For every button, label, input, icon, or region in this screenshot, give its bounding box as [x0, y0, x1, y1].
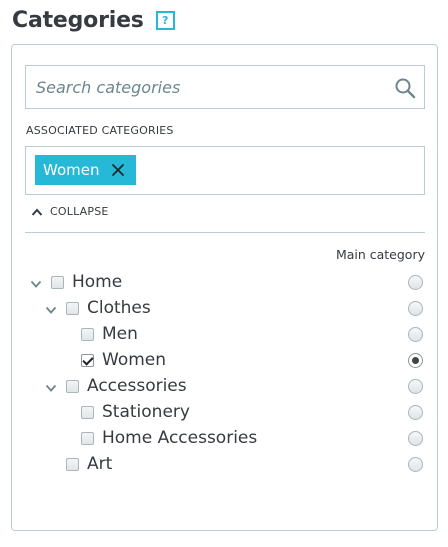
chevron-down-icon[interactable] [45, 384, 57, 392]
category-label: Clothes [87, 298, 151, 318]
category-label: Home Accessories [102, 428, 258, 448]
category-tag[interactable]: Women [35, 155, 137, 185]
tag-label: Women [43, 161, 100, 179]
main-category-radio[interactable] [408, 431, 423, 446]
category-checkbox[interactable] [51, 276, 64, 289]
category-label: Art [87, 454, 113, 474]
category-tree-row: Home [12, 271, 439, 297]
search-input[interactable] [36, 67, 391, 107]
category-tree-row: Art [12, 453, 439, 479]
category-checkbox[interactable] [81, 432, 94, 445]
chevron-down-icon[interactable] [30, 280, 42, 288]
category-label: Men [102, 324, 138, 344]
category-tree-row: Men [12, 323, 439, 349]
page-title: Categories [12, 7, 144, 33]
category-checkbox[interactable] [66, 380, 79, 393]
associated-tags-box: Women [25, 146, 425, 195]
category-tree-row: Home Accessories [12, 427, 439, 453]
main-category-radio[interactable] [408, 457, 423, 472]
main-category-radio[interactable] [408, 301, 423, 316]
main-category-radio[interactable] [408, 275, 423, 290]
collapse-label: COLLAPSE [50, 205, 109, 218]
category-label: Accessories [87, 376, 187, 396]
category-checkbox[interactable] [66, 302, 79, 315]
category-label: Women [102, 350, 167, 370]
main-category-radio[interactable] [408, 405, 423, 420]
main-category-header: Main category [335, 247, 425, 262]
category-label: Stationery [102, 402, 190, 422]
divider [25, 232, 425, 233]
close-icon[interactable] [111, 163, 125, 177]
associated-categories-label: ASSOCIATED CATEGORIES [26, 124, 174, 137]
chevron-up-icon [31, 208, 43, 216]
category-checkbox[interactable] [81, 328, 94, 341]
main-category-radio[interactable] [408, 353, 423, 368]
categories-panel: ASSOCIATED CATEGORIES Women COLLAPSE Mai… [11, 44, 438, 531]
category-tree-row: Women [12, 349, 439, 375]
section-header: Categories ? [12, 5, 175, 35]
search-field [25, 65, 425, 109]
collapse-toggle[interactable]: COLLAPSE [31, 205, 109, 218]
category-label: Home [72, 272, 123, 292]
category-checkbox[interactable] [81, 406, 94, 419]
main-category-radio[interactable] [408, 379, 423, 394]
help-icon[interactable]: ? [155, 10, 175, 30]
category-checkbox[interactable] [66, 458, 79, 471]
category-tree-row: Clothes [12, 297, 439, 323]
main-category-radio[interactable] [408, 327, 423, 342]
category-tree-row: Accessories [12, 375, 439, 401]
category-tree-row: Stationery [12, 401, 439, 427]
search-icon[interactable] [394, 77, 416, 99]
category-checkbox[interactable] [81, 354, 94, 367]
chevron-down-icon[interactable] [45, 306, 57, 314]
